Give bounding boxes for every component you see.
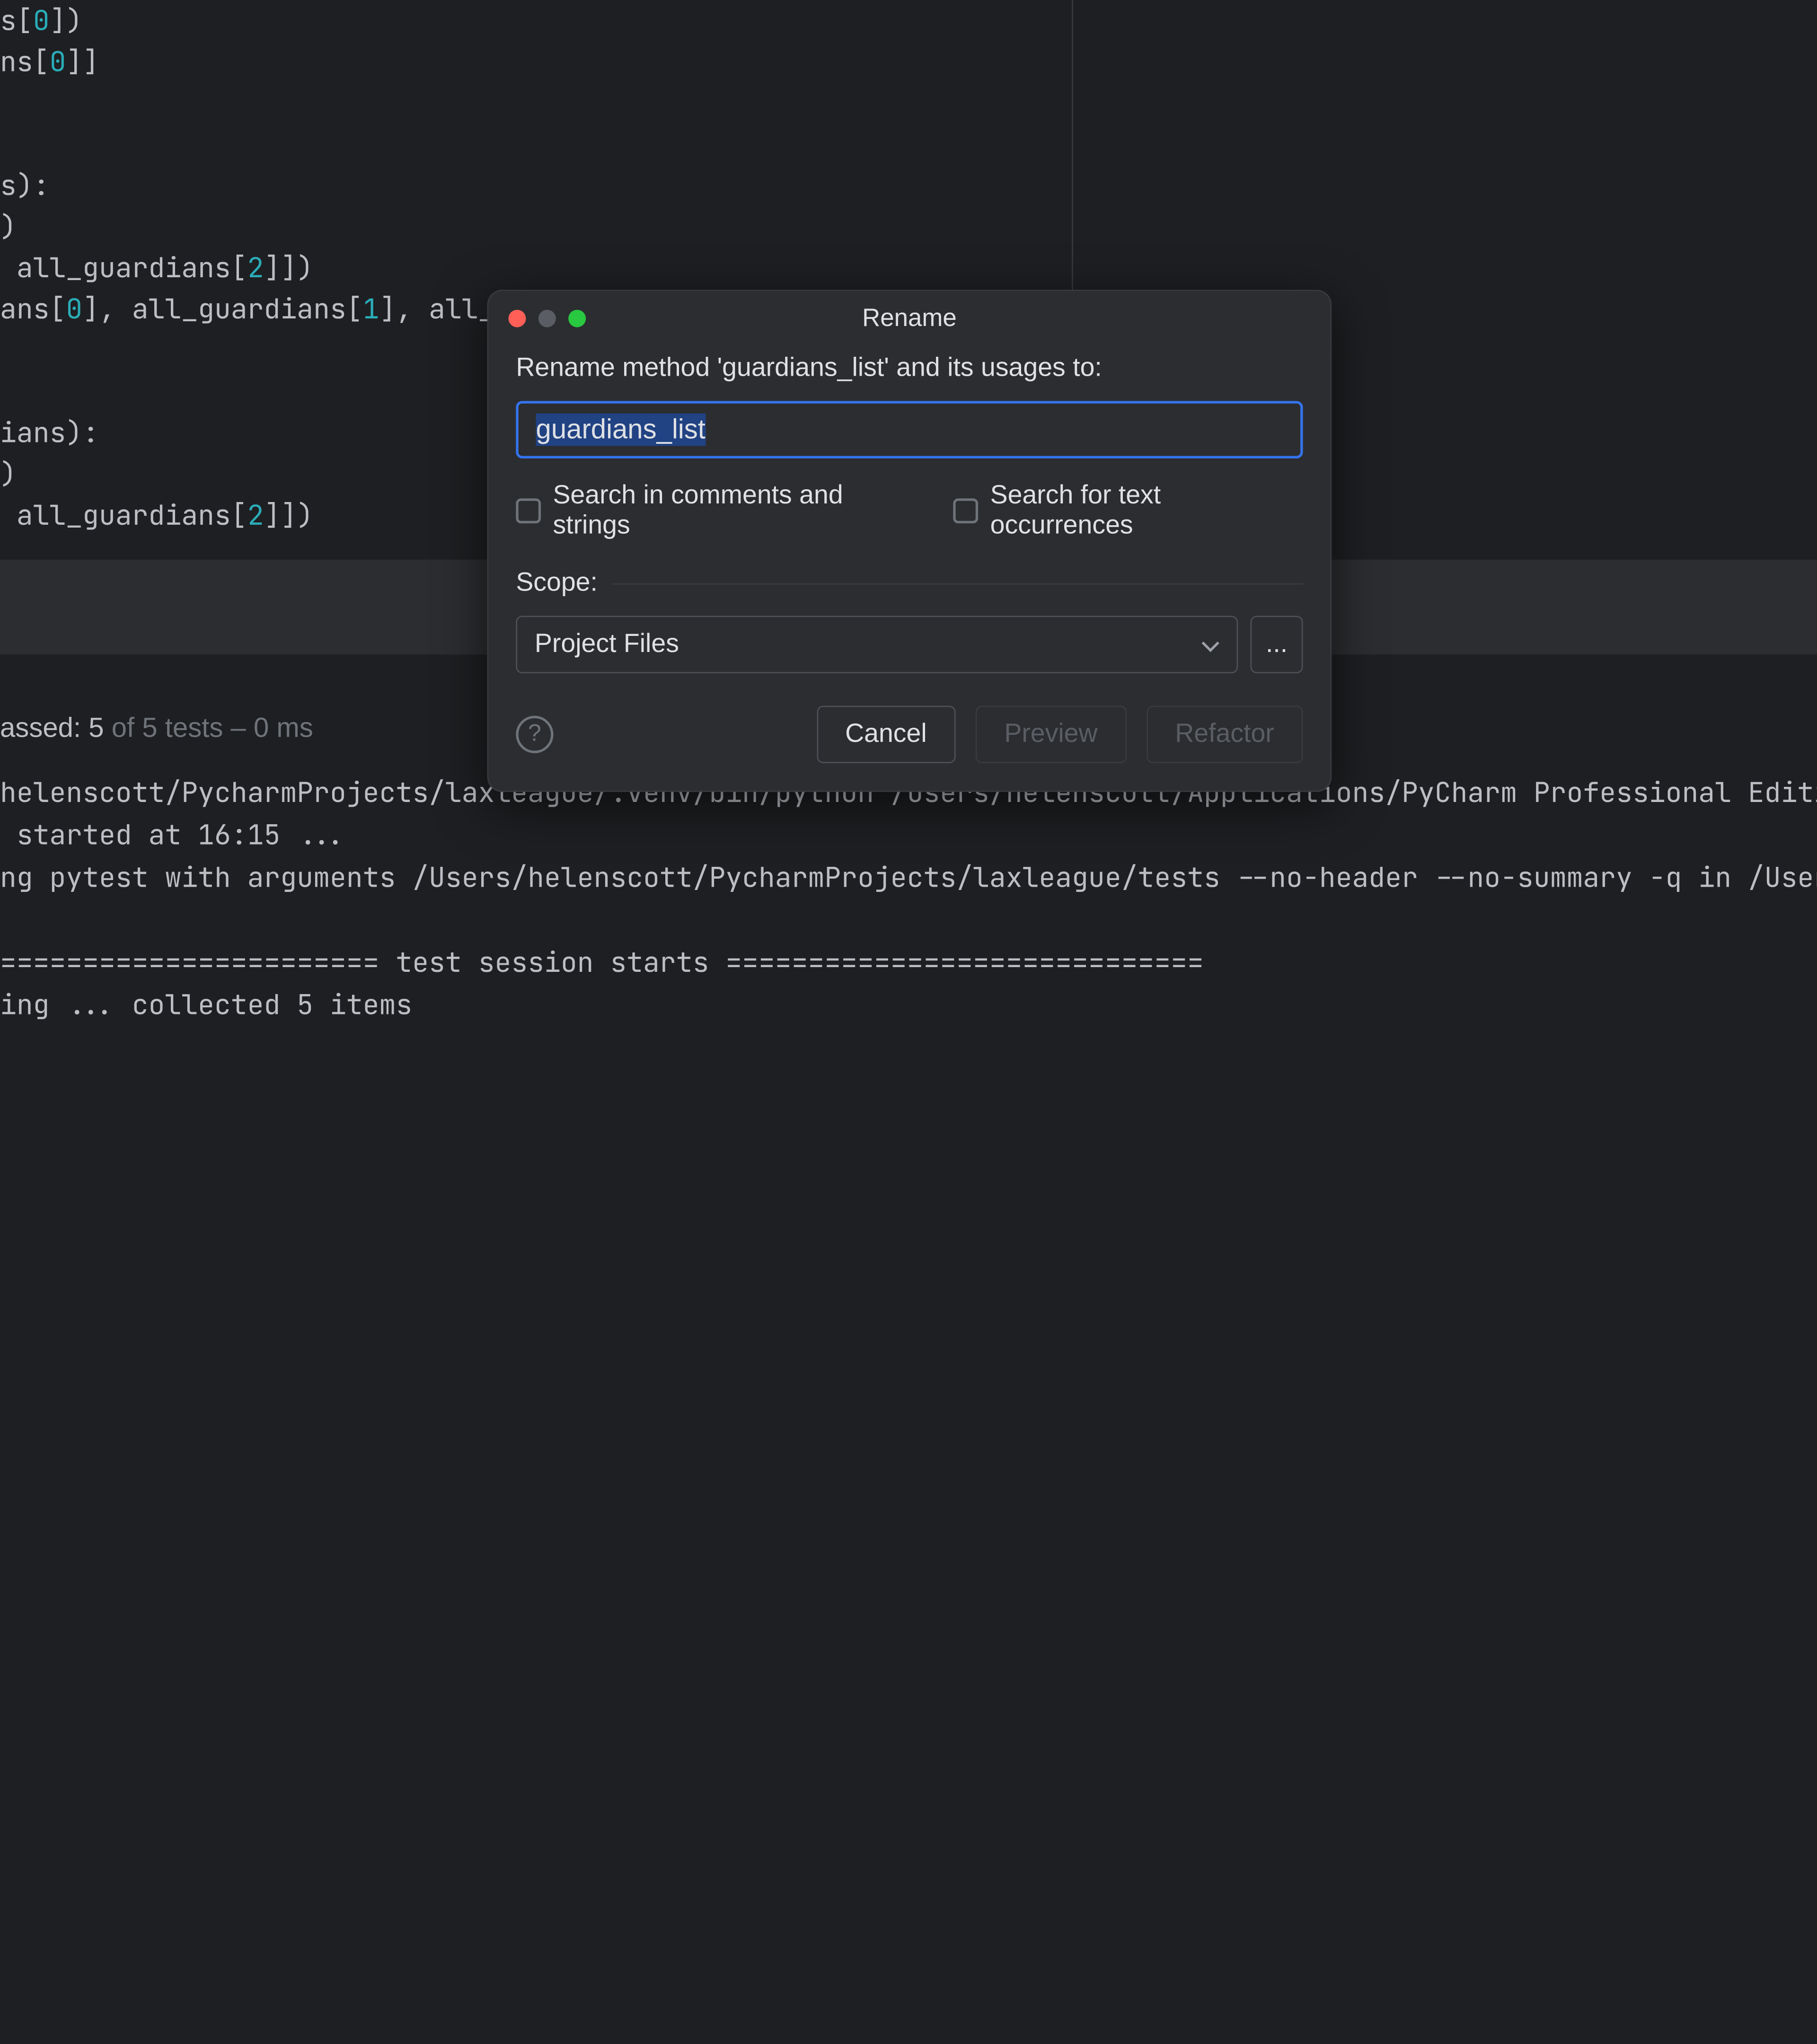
rename-dialog: Rename Rename method 'guardians_list' an… <box>487 290 1332 792</box>
test-results-summary: assed: 5 of 5 tests – 0 ms <box>0 712 313 745</box>
search-text-checkbox[interactable]: Search for text occurrences <box>953 481 1303 541</box>
scope-label: Scope: <box>516 568 598 598</box>
scope-divider <box>613 583 1303 584</box>
help-button[interactable]: ? <box>516 716 553 753</box>
console-output[interactable]: helenscott/PycharmProjects/laxleague/.ve… <box>0 772 1817 1028</box>
checkbox-icon <box>953 498 978 523</box>
chevron-down-icon <box>1202 640 1219 650</box>
refactor-button[interactable]: Refactor <box>1147 706 1303 763</box>
window-controls <box>508 310 586 327</box>
window-close-icon[interactable] <box>508 310 526 327</box>
rename-prompt-label: Rename method 'guardians_list' and its u… <box>516 353 1303 383</box>
dialog-titlebar[interactable]: Rename <box>488 291 1330 346</box>
cancel-button[interactable]: Cancel <box>816 706 955 763</box>
search-comments-checkbox[interactable]: Search in comments and strings <box>516 481 918 541</box>
checkbox-label: Search in comments and strings <box>553 481 918 541</box>
dialog-title: Rename <box>862 304 957 333</box>
checkbox-label: Search for text occurrences <box>990 481 1303 541</box>
window-maximize-icon[interactable] <box>568 310 586 327</box>
scope-browse-button[interactable]: ... <box>1251 616 1303 673</box>
scope-value: Project Files <box>535 630 679 660</box>
window-minimize-icon <box>538 310 556 327</box>
scope-dropdown[interactable]: Project Files <box>516 616 1238 673</box>
checkbox-icon <box>516 498 540 523</box>
rename-input[interactable]: guardians_list <box>516 401 1303 458</box>
preview-button[interactable]: Preview <box>976 706 1127 763</box>
